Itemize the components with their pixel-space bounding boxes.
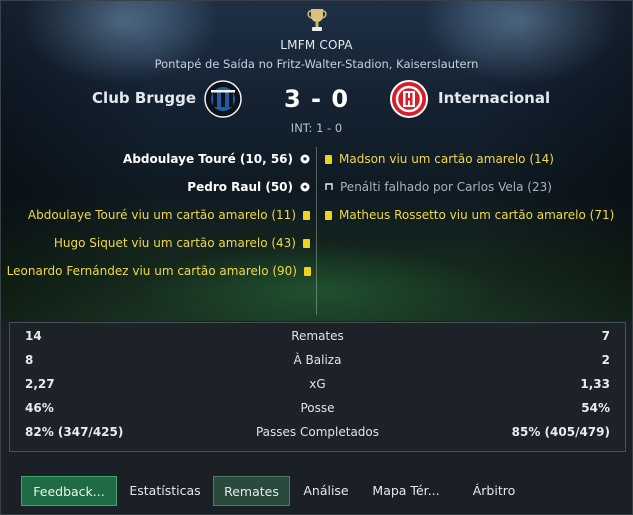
tab-statistics[interactable]: Estatísticas: [125, 476, 205, 506]
bottom-tab-bar: Feedback... Estatísticas Remates Análise…: [1, 471, 632, 511]
event-text: Abdoulaye Touré (10, 56): [123, 152, 293, 166]
stat-row-passes: 82% (347/425) Passes Completados 85% (40…: [10, 422, 625, 442]
tab-analysis[interactable]: Análise: [297, 476, 355, 506]
tab-feedback[interactable]: Feedback...: [21, 476, 117, 506]
missed-penalty-icon: [325, 183, 333, 190]
stat-row-shots: 14 Remates 7: [10, 326, 625, 346]
tab-shots[interactable]: Remates: [213, 476, 290, 506]
stat-row-on-target: 8 À Baliza 2: [10, 350, 625, 370]
yellow-card-icon: [303, 210, 310, 220]
stat-away-value: 1,33: [580, 377, 610, 391]
stat-away-value: 85% (405/479): [511, 425, 610, 439]
home-event-goal[interactable]: Abdoulaye Touré (10, 56): [123, 149, 310, 169]
ball-icon: [300, 182, 310, 192]
away-event-yellow-card[interactable]: Madson viu um cartão amarelo (14): [325, 149, 554, 169]
event-text: Pedro Raul (50): [187, 180, 293, 194]
stat-label: Posse: [300, 401, 335, 415]
events-divider: [316, 147, 317, 315]
event-clip: Leonardo Fernández viu um cartão amarelo…: [1, 259, 317, 283]
stat-label: À Baliza: [293, 353, 342, 367]
competition-title: LMFM COPA: [280, 38, 353, 52]
event-text: Penálti falhado por Carlos Vela (23): [340, 180, 552, 194]
match-header: LMFM COPA Pontapé de Saída no Fritz-Walt…: [1, 1, 632, 321]
stat-label: xG: [309, 377, 326, 391]
home-event-yellow-card[interactable]: Leonardo Fernández viu um cartão amarelo…: [7, 261, 311, 281]
yellow-card-icon: [304, 266, 311, 276]
venue-text: Pontapé de Saída no Fritz-Walter-Stadion…: [154, 57, 479, 71]
stat-row-possession: 46% Posse 54%: [10, 398, 625, 418]
event-text: Madson viu um cartão amarelo (14): [339, 152, 554, 166]
event-text: Hugo Siquet viu um cartão amarelo (43): [53, 236, 296, 250]
match-stats-table: 14 Remates 7 8 À Baliza 2 2,27 xG 1,33 4…: [9, 322, 626, 452]
yellow-card-icon: [325, 154, 332, 164]
match-report-panel: LMFM COPA Pontapé de Saída no Fritz-Walt…: [0, 0, 633, 515]
stat-away-value: 7: [601, 329, 610, 343]
home-event-goal[interactable]: Pedro Raul (50): [187, 177, 310, 197]
ball-icon: [300, 154, 310, 164]
home-event-yellow-card[interactable]: Abdoulaye Touré viu um cartão amarelo (1…: [28, 205, 310, 225]
event-text: Abdoulaye Touré viu um cartão amarelo (1…: [27, 208, 296, 222]
home-event-yellow-card[interactable]: Hugo Siquet viu um cartão amarelo (43): [54, 233, 310, 253]
event-text: Matheus Rossetto viu um cartão amarelo (…: [339, 208, 615, 222]
yellow-card-icon: [303, 238, 310, 248]
stat-away-value: 2: [601, 353, 610, 367]
tab-heat-map[interactable]: Mapa Tér...: [363, 476, 449, 506]
stat-label: Remates: [291, 329, 344, 343]
aggregate-score: INT: 1 - 0: [290, 121, 343, 135]
away-event-yellow-card[interactable]: Matheus Rossetto viu um cartão amarelo (…: [325, 205, 614, 225]
away-event-missed-penalty[interactable]: Penálti falhado por Carlos Vela (23): [325, 177, 552, 197]
stat-away-value: 54%: [581, 401, 610, 415]
trophy-icon: [307, 9, 327, 31]
away-team-name[interactable]: Internacional: [438, 89, 550, 107]
stat-row-xg: 2,27 xG 1,33: [10, 374, 625, 394]
internacional-crest-icon[interactable]: [390, 80, 428, 118]
event-text: Leonardo Fernández viu um cartão amarelo…: [6, 264, 297, 278]
tab-referee[interactable]: Árbitro: [459, 476, 529, 506]
yellow-card-icon: [325, 210, 332, 220]
